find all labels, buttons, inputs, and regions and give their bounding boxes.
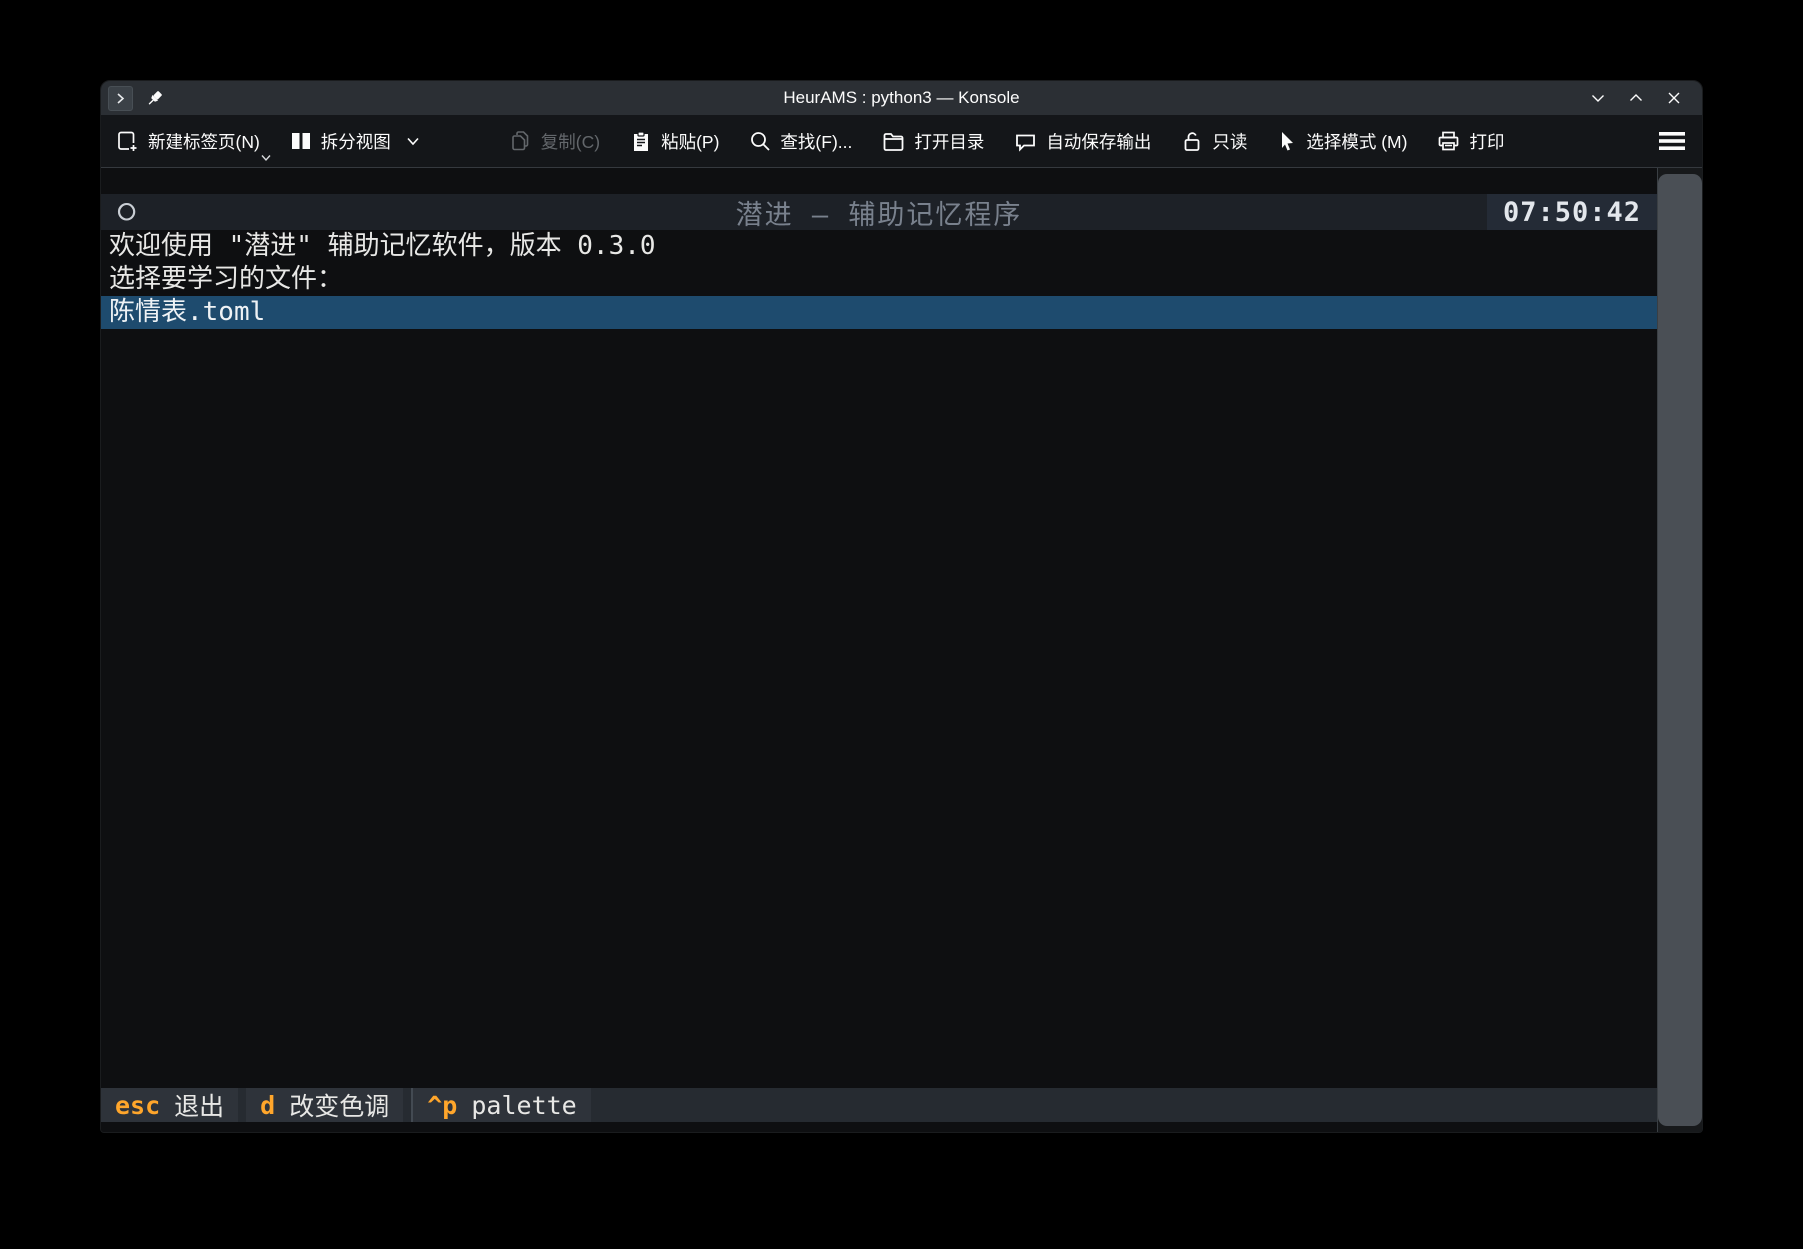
scrollbar-track[interactable] [1657,168,1702,1132]
file-list-item-selected[interactable]: 陈情表.toml [101,296,1657,329]
quit-label: 退出 [174,1087,224,1123]
key-esc: esc [115,1091,160,1120]
paste-button[interactable]: 粘贴(P) [630,129,719,154]
tui-header: ⭘ 潜进 – 辅助记忆程序 07:50:42 [101,194,1657,230]
tui-footer: esc 退出 d 改变色调 ^p palette [101,1088,1657,1122]
menu-button[interactable] [1658,131,1686,151]
key-ctrl-p: ^p [427,1091,457,1120]
tui-header-icon[interactable]: ⭘ [101,198,136,226]
key-d: d [260,1091,275,1120]
tui-app-title: 潜进 – 辅助记忆程序 [101,193,1657,232]
palette-label: palette [471,1091,576,1120]
read-only-label: 只读 [1212,129,1247,154]
welcome-line: 欢迎使用 "潜进" 辅助记忆软件，版本 0.3.0 [101,230,1657,263]
split-view-button[interactable]: 拆分视图 [290,129,420,154]
copy-icon [510,130,532,152]
folder-icon [882,130,905,152]
titlebar: HeurAMS : python3 — Konsole [101,81,1702,115]
copy-button: 复制(C) [510,129,600,154]
print-label: 打印 [1469,129,1504,154]
split-view-icon [290,130,312,152]
autosave-output-label: 自动保存输出 [1046,129,1151,154]
maximize-button[interactable] [1628,90,1644,106]
print-button[interactable]: 打印 [1437,129,1504,154]
tui-app: ⭘ 潜进 – 辅助记忆程序 07:50:42 欢迎使用 "潜进" 辅助记忆软件，… [101,168,1657,1132]
printer-icon [1437,130,1460,152]
toolbar: 新建标签页(N) 拆分视图 复制(C) [101,115,1702,168]
paste-icon [630,130,652,152]
tui-clock: 07:50:42 [1487,194,1657,230]
footer-binding-palette[interactable]: ^p palette [411,1088,590,1122]
scrollbar-thumb[interactable] [1658,174,1702,1126]
paste-label: 粘贴(P) [661,129,719,154]
terminal-area: ⭘ 潜进 – 辅助记忆程序 07:50:42 欢迎使用 "潜进" 辅助记忆软件，… [101,168,1702,1132]
open-directory-label: 打开目录 [914,129,984,154]
copy-label: 复制(C) [541,129,600,154]
hamburger-icon [1658,131,1686,151]
konsole-window: HeurAMS : python3 — Konsole 新建标签页(N) [100,80,1703,1133]
prompt-line: 选择要学习的文件： [101,263,1657,296]
new-tab-label: 新建标签页(N) [148,129,260,154]
speech-bubble-icon [1014,130,1037,152]
cursor-arrow-icon [1277,130,1297,152]
minimize-button[interactable] [1590,90,1606,106]
new-tab-icon [117,130,139,152]
close-button[interactable] [1666,90,1682,106]
read-only-button[interactable]: 只读 [1181,129,1247,154]
footer-binding-quit[interactable]: esc 退出 [101,1088,238,1122]
chevron-down-icon [260,154,272,162]
footer-binding-theme[interactable]: d 改变色调 [246,1088,403,1122]
find-label: 查找(F)... [780,129,852,154]
select-mode-button[interactable]: 选择模式 (M) [1277,129,1407,154]
find-button[interactable]: 查找(F)... [749,129,852,154]
autosave-output-button[interactable]: 自动保存输出 [1014,129,1151,154]
split-view-label: 拆分视图 [321,129,391,154]
open-directory-button[interactable]: 打开目录 [882,129,984,154]
chevron-down-icon [406,137,420,146]
window-title: HeurAMS : python3 — Konsole [101,88,1702,108]
new-tab-button[interactable]: 新建标签页(N) [117,129,260,154]
terminal-empty-space [101,329,1657,1088]
select-mode-label: 选择模式 (M) [1306,129,1407,154]
theme-label: 改变色调 [289,1087,389,1123]
search-icon [749,130,771,152]
unlock-icon [1181,130,1203,152]
